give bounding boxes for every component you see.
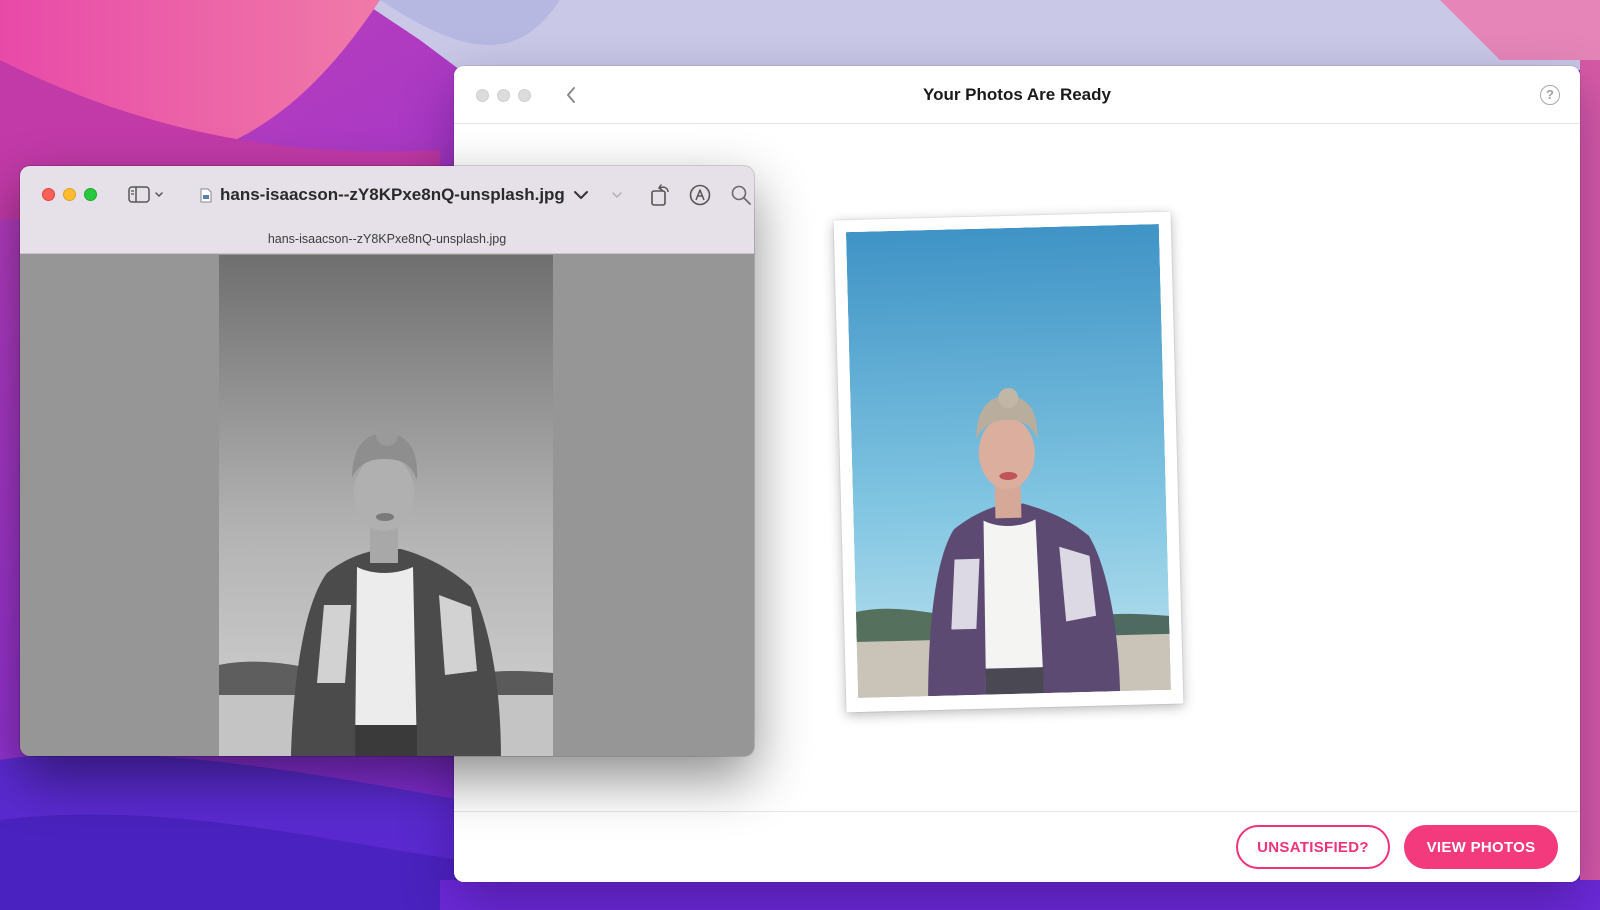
close-button[interactable] — [42, 188, 55, 201]
preview-window: hans-isaacson--zY8KPxe8nQ-unsplash.jpg h… — [20, 166, 754, 756]
help-icon[interactable]: ? — [1540, 85, 1560, 105]
minimize-button[interactable] — [63, 188, 76, 201]
colorized-photo-card[interactable] — [833, 211, 1184, 713]
document-title: hans-isaacson--zY8KPxe8nQ-unsplash.jpg — [220, 185, 565, 204]
chevron-down-icon — [573, 191, 588, 199]
search-button[interactable] — [729, 183, 753, 207]
rotate-icon — [651, 184, 669, 206]
view-photos-button[interactable]: VIEW PHOTOS — [1404, 825, 1558, 869]
window-controls — [42, 188, 97, 201]
rotate-button[interactable] — [648, 182, 672, 208]
preview-toolbar: hans-isaacson--zY8KPxe8nQ-unsplash.jpg h… — [20, 166, 754, 254]
search-icon — [731, 185, 751, 205]
markup-icon — [689, 184, 711, 206]
action-bar: UNSATISFIED? VIEW PHOTOS — [454, 811, 1580, 882]
sidebar-toggle-icon — [128, 186, 163, 203]
chevron-down-icon — [612, 192, 622, 198]
more-options-button[interactable] — [609, 185, 625, 205]
document-subtitle: hans-isaacson--zY8KPxe8nQ-unsplash.jpg — [267, 232, 507, 246]
unsatisfied-button[interactable]: UNSATISFIED? — [1236, 825, 1390, 869]
app-titlebar: Your Photos Are Ready ? — [454, 66, 1580, 124]
original-bw-photo[interactable] — [219, 255, 553, 756]
document-title-menu[interactable]: hans-isaacson--zY8KPxe8nQ-unsplash.jpg — [200, 183, 589, 207]
sidebar-toggle-button[interactable] — [127, 183, 167, 207]
window-title: Your Photos Are Ready — [923, 85, 1111, 104]
document-icon — [200, 188, 212, 202]
zoom-button[interactable] — [84, 188, 97, 201]
markup-button[interactable] — [688, 183, 712, 207]
preview-canvas — [20, 255, 754, 756]
colorized-photo — [845, 223, 1172, 699]
